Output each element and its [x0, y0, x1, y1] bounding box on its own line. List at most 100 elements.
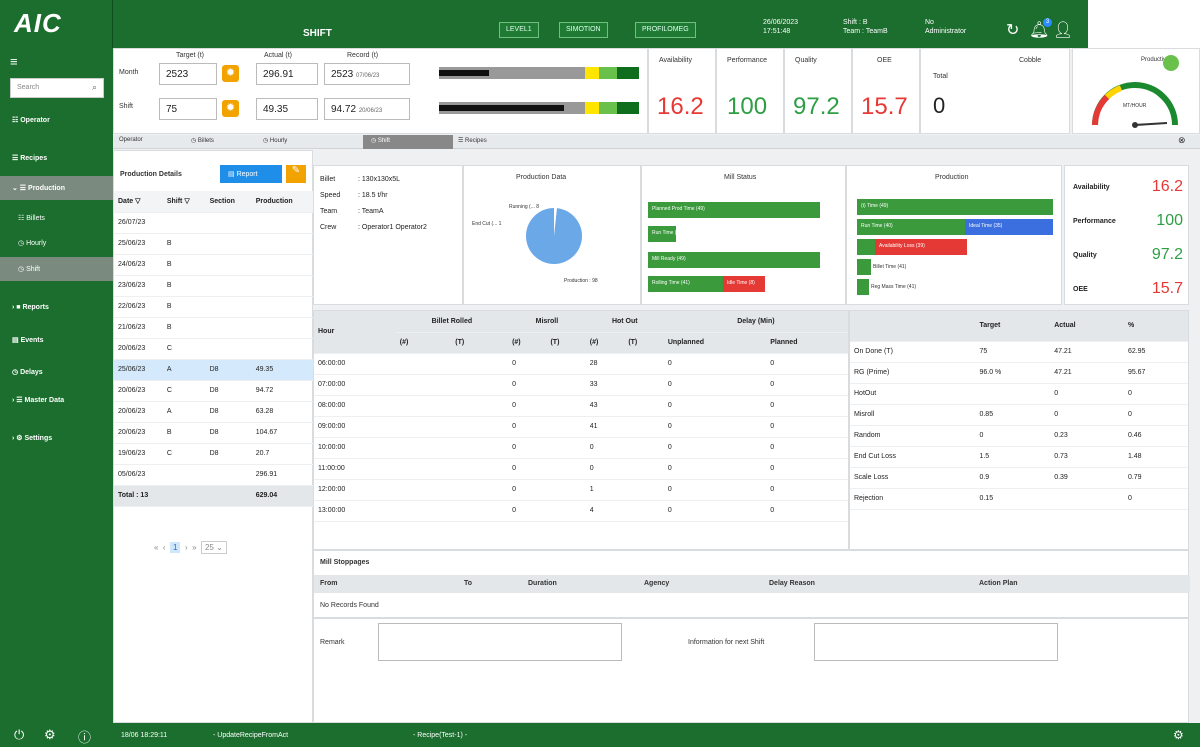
- table-row: Random 0 0.23 0.46: [850, 425, 1188, 447]
- prod-bar-time: (t) Time (49): [857, 199, 1053, 215]
- report-button[interactable]: ▤ Report: [220, 165, 282, 183]
- targets-panel: Target (t) Actual (t) Record (t) Month 2…: [113, 48, 648, 134]
- next-shift-info-field[interactable]: [814, 623, 1058, 661]
- view-tabs: Operator ◷ Billets ◷ Hourly ◷ Shift ☰ Re…: [113, 135, 1200, 149]
- page-number[interactable]: 1: [170, 542, 181, 553]
- productivity-gauge: Productivity MT/HOUR: [1072, 48, 1200, 134]
- remark-field[interactable]: [378, 623, 622, 661]
- shift-target-field[interactable]: 75: [159, 98, 217, 120]
- kpi-cobble: Cobble Total 0: [920, 48, 1070, 134]
- profilomeg-button[interactable]: PROFILOMEG: [635, 22, 696, 38]
- sidebar: ≡ Search ⌕ ☷ Operator ☰ Recipes ⌄ ☰ Prod…: [0, 48, 113, 723]
- stoppages-header: From To Duration Agency Delay Reason Act…: [314, 575, 1190, 593]
- page-title: SHIFT: [303, 28, 332, 39]
- sidebar-item-delays[interactable]: ◷ Delays: [0, 360, 113, 384]
- status-message-1: - UpdateRecipeFromAct: [213, 732, 289, 739]
- prod-bar-billet: [857, 259, 871, 275]
- prod-bar-availability-green: [857, 239, 875, 255]
- gear-icon[interactable]: ⚙: [44, 727, 56, 743]
- sidebar-item-operator[interactable]: ☷ Operator: [0, 108, 113, 132]
- table-row[interactable]: 25/06/23 A D8 49.35: [114, 359, 314, 381]
- sidebar-item-reports[interactable]: › ■ Reports: [0, 296, 113, 320]
- mill-bar-ready: Mill Ready (49): [648, 252, 820, 268]
- hourly-table: Hour Billet Rolled Misroll Hot Out Delay…: [313, 310, 849, 550]
- table-row: 08:00:00 0 43 0 0: [314, 395, 848, 417]
- last-page-icon[interactable]: »: [192, 543, 196, 552]
- table-row[interactable]: 21/06/23 B: [114, 317, 314, 339]
- mill-bar-planned: Planned Prod Time (49): [648, 202, 820, 218]
- settings-icon[interactable]: ⚙: [1173, 728, 1184, 742]
- table-row: 07:00:00 0 33 0 0: [314, 374, 848, 396]
- search-input[interactable]: Search: [10, 78, 104, 98]
- table-row[interactable]: 20/06/23 A D8 63.28: [114, 401, 314, 423]
- table-row[interactable]: 05/06/23 296.91: [114, 464, 314, 486]
- tab-recipes[interactable]: ☰ Recipes: [458, 137, 487, 144]
- col-date[interactable]: Date ▽: [114, 191, 163, 213]
- sidebar-item-recipes[interactable]: ☰ Recipes: [0, 146, 113, 170]
- table-row[interactable]: 20/06/23 B D8 104.67: [114, 422, 314, 444]
- shift-actual-field: 49.35: [256, 98, 318, 120]
- table-row: 06:00:00 0 28 0 0: [314, 353, 848, 375]
- col-section[interactable]: Section: [205, 191, 252, 213]
- refresh-icon[interactable]: ↻: [1006, 20, 1019, 40]
- shift-record-field: 94.72 20/06/23: [324, 98, 410, 120]
- production-details-title: Production Details: [120, 171, 182, 178]
- user-icon[interactable]: 👤︎: [1053, 20, 1073, 40]
- kpi-side-row: Quality 97.2: [1073, 246, 1183, 263]
- table-row[interactable]: 26/07/23: [114, 212, 314, 234]
- first-page-icon[interactable]: «: [154, 543, 158, 552]
- close-icon[interactable]: ⊗: [1178, 135, 1186, 146]
- power-icon[interactable]: ⏻: [14, 727, 24, 743]
- sidebar-item-settings[interactable]: › ⚙ Settings: [0, 426, 113, 450]
- tab-shift[interactable]: ◷ Shift: [371, 137, 390, 144]
- sidebar-item-shift[interactable]: ◷ Shift: [0, 257, 113, 281]
- table-row[interactable]: 22/06/23 B: [114, 296, 314, 318]
- month-target-field[interactable]: 2523: [159, 63, 217, 85]
- sidebar-item-billets[interactable]: ☷ Billets: [0, 206, 113, 230]
- col-actual-header: Actual (t): [264, 52, 293, 59]
- logo-text: AIC: [14, 8, 62, 38]
- kpi-side-panel: Availability 16.2 Performance 100 Quality 97.…: [1064, 165, 1189, 305]
- menu-icon[interactable]: ≡: [10, 54, 18, 69]
- table-row[interactable]: 24/06/23 B: [114, 254, 314, 276]
- kpi-side-row: OEE 15.7: [1073, 280, 1183, 297]
- mill-bar-run: Run Time (40): [648, 226, 676, 242]
- tab-hourly[interactable]: ◷ Hourly: [263, 137, 287, 144]
- sidebar-item-master-data[interactable]: › ☰ Master Data: [0, 388, 113, 412]
- tab-operator[interactable]: Operator: [119, 137, 143, 143]
- availability-value: 16.2: [657, 93, 704, 120]
- col-shift[interactable]: Shift ▽: [162, 191, 206, 213]
- page-size-select[interactable]: 25 ⌄: [200, 541, 227, 554]
- shift-info-row: Crew: Operator1 Operator2: [320, 224, 427, 231]
- tab-billets[interactable]: ◷ Billets: [191, 137, 214, 144]
- prod-bar-regmass: [857, 279, 869, 295]
- next-page-icon[interactable]: ›: [185, 543, 188, 552]
- table-row[interactable]: 20/06/23 C D8 94.72: [114, 380, 314, 402]
- sun-icon: ✹: [222, 65, 239, 82]
- sidebar-item-hourly[interactable]: ◷ Hourly: [0, 231, 113, 255]
- cobble-value: 0: [933, 93, 946, 118]
- level1-button[interactable]: LEVEL1: [499, 22, 539, 38]
- col-record-header: Record (t): [347, 52, 379, 59]
- table-row[interactable]: 19/06/23 C D8 20.7: [114, 443, 314, 465]
- kpi-quality: Quality 97.2: [784, 48, 852, 134]
- simotion-button[interactable]: SIMOTION: [559, 22, 608, 38]
- table-row[interactable]: 23/06/23 B: [114, 275, 314, 297]
- col-production[interactable]: Production: [251, 191, 314, 213]
- prod-bar-availability-loss: Availability Loss (39): [875, 239, 967, 255]
- sidebar-item-events[interactable]: ▤ Events: [0, 328, 113, 352]
- table-row: On Done (T) 75 47.21 62.95: [850, 341, 1188, 363]
- quality-value: 97.2: [793, 93, 840, 120]
- table-row[interactable]: 20/06/23 C: [114, 338, 314, 360]
- table-row[interactable]: 25/06/23 B: [114, 233, 314, 255]
- productivity-gauge-dial: [1092, 82, 1178, 128]
- edit-button[interactable]: ✎: [286, 165, 306, 183]
- sidebar-item-production[interactable]: ⌄ ☰ Production: [0, 176, 113, 200]
- prod-bar-ideal: Ideal Time (35): [965, 219, 1053, 235]
- table-row: 09:00:00 0 41 0 0: [314, 416, 848, 438]
- status-bar: 18/06 18:29:11 - UpdateRecipeFromAct - R…: [113, 723, 1200, 747]
- table-row: RG (Prime) 96.0 % 47.21 95.67: [850, 362, 1188, 384]
- prev-page-icon[interactable]: ‹: [163, 543, 166, 552]
- info-icon[interactable]: ⓘ: [78, 727, 91, 746]
- month-label: Month: [119, 69, 139, 76]
